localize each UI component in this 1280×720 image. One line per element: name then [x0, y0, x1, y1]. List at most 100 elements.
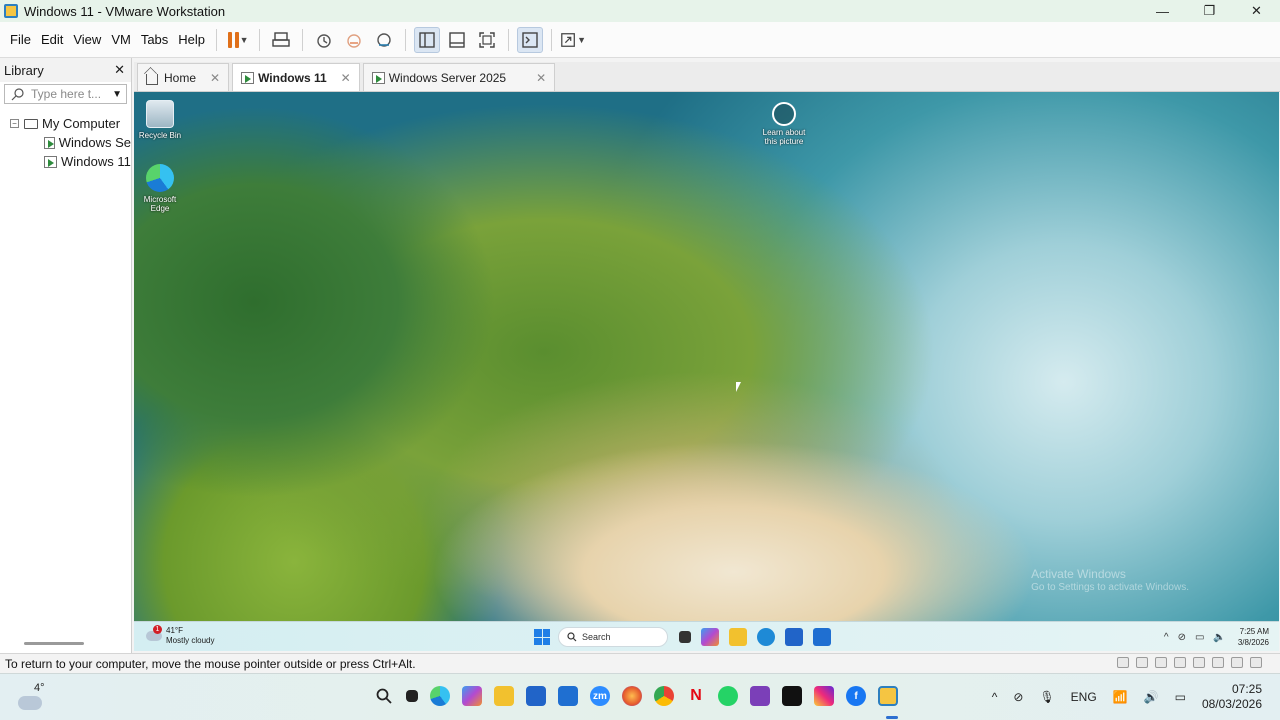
search-icon	[11, 88, 24, 101]
revert-snapshot-button[interactable]	[341, 27, 367, 53]
full-screen-button[interactable]	[474, 27, 500, 53]
guest-search-box[interactable]: Search	[558, 627, 668, 647]
sound-card-icon[interactable]	[1193, 657, 1205, 668]
file-explorer-icon[interactable]	[494, 686, 514, 706]
vmware-icon[interactable]	[878, 686, 898, 706]
desktop-icon-edge[interactable]: Microsoft Edge	[134, 164, 186, 213]
host-clock[interactable]: 07:25 08/03/2026	[1202, 682, 1262, 712]
desktop-icon-learn-picture[interactable]: Learn about this picture	[758, 102, 810, 146]
message-log-icon[interactable]	[1250, 657, 1262, 668]
stretch-guest-button[interactable]: ▼	[560, 27, 586, 53]
windows-start-icon[interactable]	[342, 686, 362, 706]
windows-start-icon[interactable]	[534, 629, 550, 645]
snapshot-manager-button[interactable]	[371, 27, 397, 53]
stretch-guest-icon	[561, 32, 575, 47]
tab-windows-11[interactable]: Windows 11 ✕	[232, 63, 360, 91]
whatsapp-icon[interactable]	[718, 686, 738, 706]
host-weather-temp: 4°	[34, 682, 45, 694]
zoom-icon[interactable]: zm	[590, 686, 610, 706]
toolbar-divider	[551, 28, 553, 51]
close-tab-icon[interactable]: ✕	[536, 71, 546, 85]
library-close-icon[interactable]: ✕	[114, 62, 125, 78]
activation-watermark: Activate Windows Go to Settings to activ…	[1031, 567, 1189, 595]
display-icon[interactable]	[1231, 657, 1243, 668]
vm-icon	[241, 71, 255, 84]
host-system-tray: ^ ⊘ 🎙 ENG 📶 🔊 ▭ 07:25 08/03/2026	[976, 682, 1262, 712]
instagram-icon[interactable]	[814, 686, 834, 706]
notifications-off-icon[interactable]: ⊘	[1013, 690, 1023, 704]
outlook-icon[interactable]	[813, 628, 831, 646]
show-library-button[interactable]	[414, 26, 441, 53]
menu-vm[interactable]: VM	[106, 32, 136, 47]
menu-file[interactable]: File	[5, 32, 36, 47]
tab-windows-server-2025[interactable]: Windows Server 2025 ✕	[362, 63, 556, 91]
network-icon[interactable]: ⊘	[1178, 632, 1186, 643]
facebook-icon[interactable]: f	[846, 686, 866, 706]
send-ctrl-alt-del-button[interactable]	[268, 27, 294, 53]
copilot-icon[interactable]	[701, 628, 719, 646]
menu-help[interactable]: Help	[173, 32, 210, 47]
thumbnail-bar-button[interactable]	[444, 27, 470, 53]
battery-icon[interactable]: ▭	[1175, 690, 1186, 704]
collapse-icon[interactable]: −	[10, 119, 19, 128]
volume-icon[interactable]: 🔈	[1213, 632, 1225, 643]
tiktok-icon[interactable]	[782, 686, 802, 706]
edge-icon[interactable]	[430, 686, 450, 706]
guest-weather-widget[interactable]: 1 41°F Mostly cloudy	[146, 625, 214, 646]
menu-edit[interactable]: Edit	[36, 32, 68, 47]
maximize-button[interactable]: ❐	[1186, 0, 1233, 22]
console-view-button[interactable]	[517, 26, 544, 53]
teams-icon[interactable]	[750, 686, 770, 706]
store-icon[interactable]	[785, 628, 803, 646]
file-explorer-icon[interactable]	[729, 628, 747, 646]
firefox-icon[interactable]	[622, 686, 642, 706]
send-ctrl-alt-del-icon	[272, 31, 290, 47]
cloud-icon	[18, 696, 42, 710]
network-adapter-icon[interactable]	[1155, 657, 1167, 668]
minimize-button[interactable]: —	[1139, 0, 1186, 22]
guest-desktop[interactable]: Recycle Bin Microsoft Edge Learn about t…	[134, 92, 1279, 621]
volume-icon[interactable]: 🔊	[1144, 690, 1159, 704]
window-controls: — ❐ ✕	[1139, 0, 1280, 22]
library-search-input[interactable]: Type here t... ▼	[4, 84, 127, 104]
chrome-icon[interactable]	[654, 686, 674, 706]
menu-tabs[interactable]: Tabs	[136, 32, 173, 47]
tree-item-windows-11[interactable]: Windows 11	[0, 152, 131, 171]
close-tab-icon[interactable]: ✕	[341, 71, 351, 85]
close-button[interactable]: ✕	[1233, 0, 1280, 22]
close-tab-icon[interactable]: ✕	[210, 71, 220, 85]
outlook-icon[interactable]	[558, 686, 578, 706]
cd-dvd-icon[interactable]	[1136, 657, 1148, 668]
task-view-icon[interactable]	[679, 631, 691, 643]
vm-icon	[371, 71, 385, 84]
search-icon[interactable]	[374, 686, 394, 706]
tab-home[interactable]: Home ✕	[137, 63, 230, 91]
desktop-icon-recycle-bin[interactable]: Recycle Bin	[134, 100, 186, 140]
chevron-up-icon[interactable]: ^	[992, 690, 998, 704]
menu-view[interactable]: View	[68, 32, 106, 47]
microphone-icon[interactable]: 🎙	[1039, 690, 1054, 704]
netflix-icon[interactable]: N	[686, 686, 706, 706]
printer-icon[interactable]	[1212, 657, 1224, 668]
search-dropdown-icon[interactable]: ▼	[112, 89, 122, 100]
title-bar: Windows 11 - VMware Workstation — ❐ ✕	[0, 0, 1280, 22]
store-icon[interactable]	[526, 686, 546, 706]
toolbar-divider	[405, 28, 407, 51]
chevron-up-icon[interactable]: ^	[1164, 632, 1169, 643]
device-icons	[1117, 657, 1262, 668]
usb-icon[interactable]	[1174, 657, 1186, 668]
pause-button[interactable]: ▼	[225, 27, 251, 53]
horizontal-scrollbar[interactable]	[24, 642, 84, 645]
tree-label: Windows 11	[61, 154, 131, 169]
tree-item-windows-server[interactable]: Windows Se	[0, 133, 131, 152]
edge-icon[interactable]	[757, 628, 775, 646]
wifi-icon[interactable]: 📶	[1113, 690, 1128, 704]
task-view-icon[interactable]	[406, 690, 418, 702]
display-icon[interactable]: ▭	[1195, 632, 1204, 643]
language-indicator[interactable]: ENG	[1071, 690, 1097, 704]
copilot-icon[interactable]	[462, 686, 482, 706]
tree-item-my-computer[interactable]: − My Computer	[0, 114, 131, 133]
guest-clock[interactable]: 7:25 AM 3/8/2026	[1238, 626, 1269, 648]
take-snapshot-button[interactable]	[311, 27, 337, 53]
hard-disk-icon[interactable]	[1117, 657, 1129, 668]
